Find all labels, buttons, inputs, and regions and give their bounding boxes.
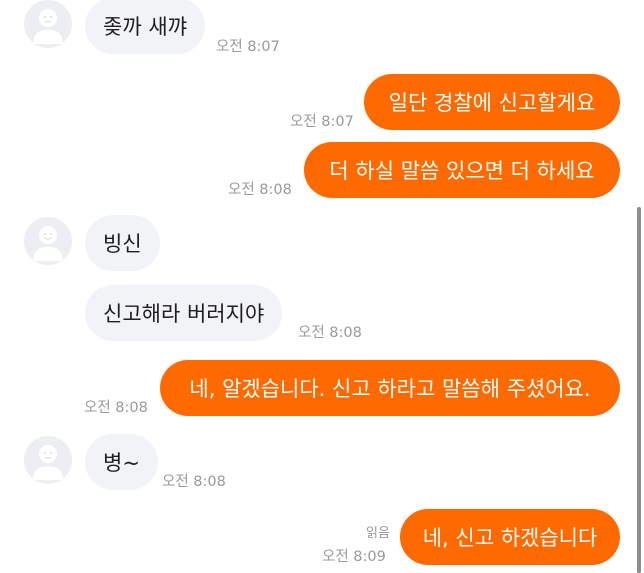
message-text: 더 하실 말씀 있으면 더 하세요 bbox=[329, 159, 595, 183]
chat-message-list[interactable]: 좆까 새꺄 오전 8:07 오전 8:07 일단 경찰에 신고할게요 오전 8:… bbox=[0, 0, 644, 573]
incoming-message-bubble[interactable]: 좆까 새꺄 bbox=[85, 0, 205, 54]
scrollbar[interactable] bbox=[637, 207, 641, 573]
message-timestamp: 오전 8:09 bbox=[322, 549, 386, 565]
message-text: 네, 신고 하겠습니다 bbox=[422, 526, 598, 550]
message-text: 일단 경찰에 신고할게요 bbox=[388, 91, 596, 115]
outgoing-message-bubble[interactable]: 네, 알겠습니다. 신고 하라고 말씀해 주셨어요. bbox=[160, 360, 620, 416]
read-receipt: 읽음 bbox=[366, 526, 390, 541]
default-avatar-icon bbox=[33, 226, 63, 261]
avatar[interactable] bbox=[24, 0, 72, 48]
message-text: 네, 알겠습니다. 신고 하라고 말씀해 주셨어요. bbox=[189, 377, 591, 401]
message-text: 좆까 새꺄 bbox=[103, 15, 187, 39]
message-text: 빙신 bbox=[103, 232, 142, 256]
message-text: 신고해라 버러지야 bbox=[103, 302, 265, 326]
outgoing-message-bubble[interactable]: 더 하실 말씀 있으면 더 하세요 bbox=[304, 142, 620, 198]
outgoing-message-bubble[interactable]: 일단 경찰에 신고할게요 bbox=[364, 74, 620, 130]
incoming-message-bubble[interactable]: 신고해라 버러지야 bbox=[85, 285, 283, 341]
message-text: 병~ bbox=[103, 451, 140, 475]
message-timestamp: 오전 8:07 bbox=[290, 114, 354, 130]
avatar[interactable] bbox=[24, 217, 72, 265]
message-timestamp: 오전 8:08 bbox=[162, 474, 226, 490]
incoming-message-bubble[interactable]: 빙신 bbox=[85, 215, 160, 271]
message-timestamp: 오전 8:08 bbox=[298, 325, 362, 341]
message-timestamp: 오전 8:07 bbox=[216, 39, 280, 55]
message-timestamp: 오전 8:08 bbox=[84, 400, 148, 416]
default-avatar-icon bbox=[33, 9, 63, 44]
default-avatar-icon bbox=[33, 445, 63, 480]
avatar[interactable] bbox=[24, 436, 72, 484]
message-timestamp: 오전 8:08 bbox=[228, 182, 292, 198]
outgoing-message-bubble[interactable]: 네, 신고 하겠습니다 bbox=[400, 509, 620, 565]
incoming-message-bubble[interactable]: 병~ bbox=[85, 434, 158, 490]
